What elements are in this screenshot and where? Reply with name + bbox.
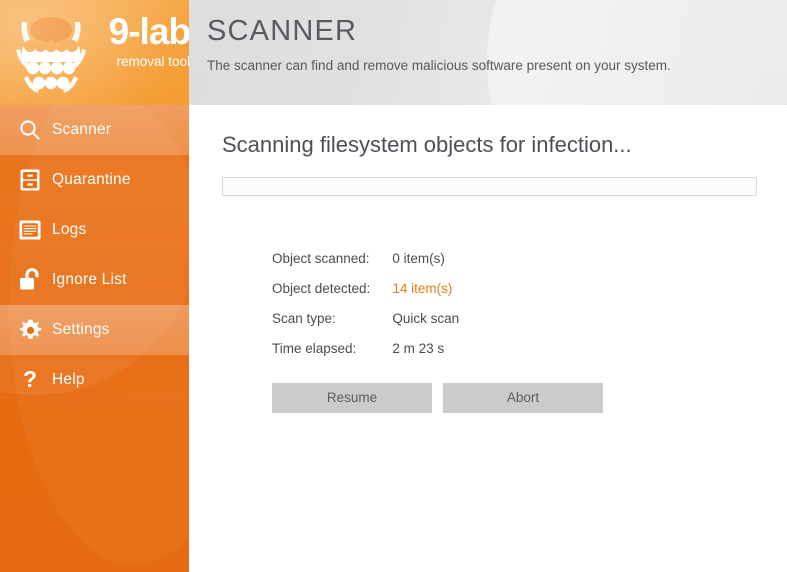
action-buttons: Resume Abort bbox=[272, 383, 757, 413]
sidebar-item-label: Ignore List bbox=[52, 271, 127, 288]
stat-label: Object scanned: bbox=[272, 251, 370, 266]
sidebar-nav: Scanner Quarantine Logs Ignore List Sett… bbox=[0, 105, 189, 405]
search-icon bbox=[8, 118, 52, 142]
question-icon: ? bbox=[8, 367, 52, 393]
document-icon bbox=[8, 219, 52, 241]
sidebar: Scanner Quarantine Logs Ignore List Sett… bbox=[0, 105, 189, 572]
stat-label: Scan type: bbox=[272, 311, 336, 326]
sidebar-item-help[interactable]: ? Help bbox=[0, 355, 189, 405]
scan-status-heading: Scanning filesystem objects for infectio… bbox=[222, 132, 632, 157]
stat-label: Object detected: bbox=[272, 281, 371, 296]
texture-dots bbox=[0, 341, 189, 355]
sidebar-item-label: Quarantine bbox=[52, 171, 131, 188]
stat-value: 0 item(s) bbox=[392, 251, 445, 266]
scan-progress-bar bbox=[222, 177, 757, 196]
sidebar-item-label: Help bbox=[52, 371, 85, 388]
sidebar-item-label: Logs bbox=[52, 221, 87, 238]
table-row: Time elapsed: 2 m 23 s bbox=[272, 340, 459, 370]
scan-stats-table: Object scanned: 0 item(s) Object detecte… bbox=[272, 250, 459, 370]
logo-pane: 9-lab removal tool bbox=[0, 0, 189, 105]
sidebar-item-logs[interactable]: Logs bbox=[0, 205, 189, 255]
bug-icon bbox=[16, 17, 86, 93]
sidebar-item-quarantine[interactable]: Quarantine bbox=[0, 155, 189, 205]
cabinet-icon bbox=[8, 168, 52, 192]
page-subtitle: The scanner can find and remove maliciou… bbox=[207, 58, 671, 73]
svg-text:?: ? bbox=[23, 367, 37, 392]
texture-dots bbox=[0, 191, 189, 205]
page-header: SCANNER The scanner can find and remove … bbox=[189, 0, 787, 105]
brand-name: 9-lab bbox=[108, 11, 189, 52]
sidebar-item-settings[interactable]: Settings bbox=[0, 305, 189, 355]
unlock-icon bbox=[8, 267, 52, 293]
sidebar-item-label: Settings bbox=[52, 321, 110, 338]
texture-dots bbox=[0, 391, 189, 405]
sidebar-item-scanner[interactable]: Scanner bbox=[0, 105, 189, 155]
top-strip: 9-lab removal tool SCANNER The scanner c… bbox=[0, 0, 787, 105]
stat-label: Time elapsed: bbox=[272, 341, 357, 356]
body-row: Scanner Quarantine Logs Ignore List Sett… bbox=[0, 105, 787, 572]
application-window: 9-lab removal tool SCANNER The scanner c… bbox=[0, 0, 787, 572]
stat-value: 2 m 23 s bbox=[392, 341, 445, 356]
brand-lockup: 9-lab removal tool bbox=[90, 12, 189, 70]
main-content: Scanning filesystem objects for infectio… bbox=[189, 105, 787, 572]
brand-tagline: removal tool bbox=[116, 54, 189, 69]
sidebar-item-label: Scanner bbox=[52, 121, 112, 138]
texture-dots bbox=[0, 141, 189, 155]
page-title: SCANNER bbox=[207, 15, 358, 47]
table-row: Object detected: 14 item(s) bbox=[272, 280, 459, 310]
gear-icon bbox=[8, 318, 52, 343]
stat-value: 14 item(s) bbox=[392, 281, 453, 296]
table-row: Object scanned: 0 item(s) bbox=[272, 250, 459, 280]
texture-dots bbox=[0, 241, 189, 255]
stat-value: Quick scan bbox=[392, 311, 460, 326]
resume-button[interactable]: Resume bbox=[272, 383, 432, 413]
abort-button[interactable]: Abort bbox=[443, 383, 603, 413]
texture-dots bbox=[0, 291, 189, 305]
table-row: Scan type: Quick scan bbox=[272, 310, 459, 340]
sidebar-item-ignore-list[interactable]: Ignore List bbox=[0, 255, 189, 305]
